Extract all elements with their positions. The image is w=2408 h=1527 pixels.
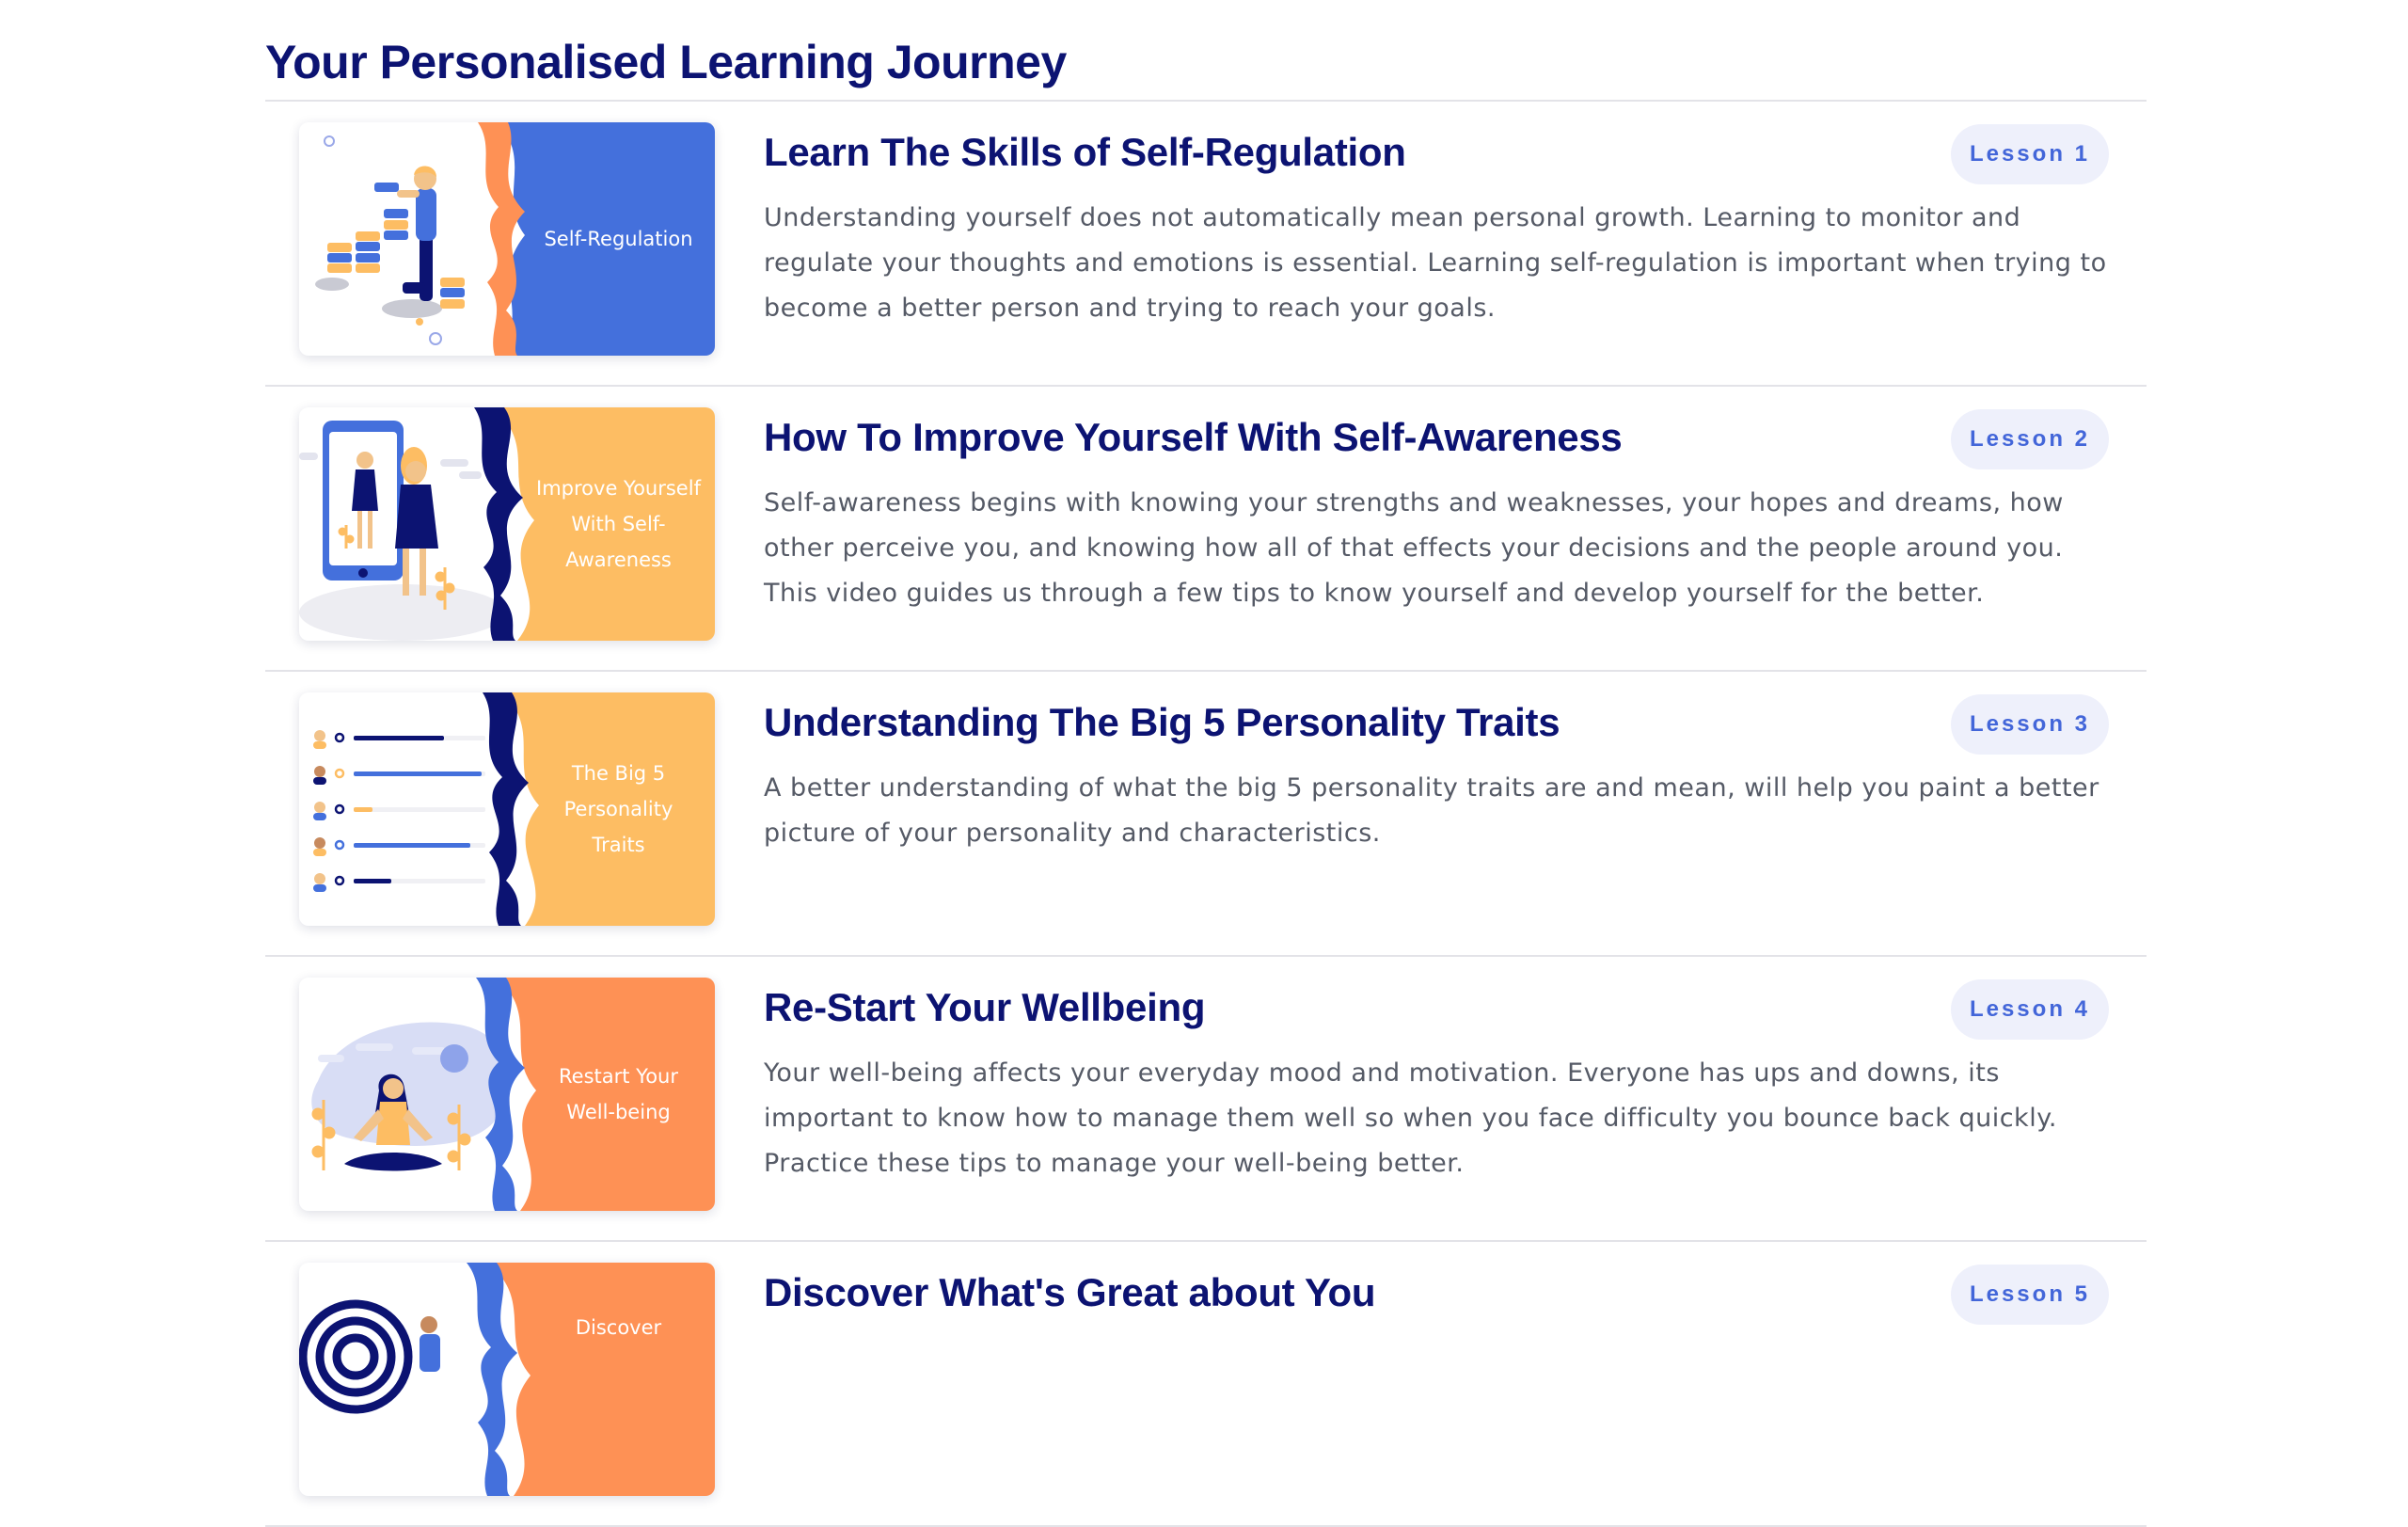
lesson-3-thumbnail-label: The Big 5 Personality Traits [563, 762, 673, 856]
lesson-2-thumbnail[interactable]: Improve Yourself With Self-Awareness [299, 407, 715, 641]
lesson-2-description: Self-awareness begins with knowing your … [764, 488, 2064, 608]
lesson-2-thumbnail-label: Improve Yourself With Self-Awareness [536, 477, 701, 571]
lesson-3-description: A better understanding of what the big 5… [764, 773, 2099, 848]
lesson-4-description: Your well-being affects your everyday mo… [764, 1058, 2057, 1178]
lesson-row-4[interactable]: Restart Your Well-being Re-Start Your We… [265, 957, 2147, 1242]
lesson-2-badge: Lesson 2 [1950, 409, 2109, 469]
lesson-3-title[interactable]: Understanding The Big 5 Personality Trai… [764, 696, 1902, 749]
lesson-1-thumbnail[interactable]: Self-Regulation [299, 122, 715, 356]
lesson-1-description: Understanding yourself does not automati… [764, 203, 2107, 323]
lesson-3-thumbnail[interactable]: The Big 5 Personality Traits [299, 692, 715, 926]
lesson-5-thumbnail[interactable]: Discover [299, 1263, 715, 1496]
lesson-4-thumbnail-label: Restart Your Well-being [559, 1065, 678, 1123]
lesson-1-thumbnail-label: Self-Regulation [544, 228, 693, 250]
lesson-1-title[interactable]: Learn The Skills of Self-Regulation [764, 126, 1902, 179]
lesson-1-badge: Lesson 1 [1950, 124, 2109, 184]
lesson-row-3[interactable]: The Big 5 Personality Traits Understandi… [265, 672, 2147, 957]
lesson-row-1[interactable]: Self-Regulation Learn The Skills of Self… [265, 102, 2147, 387]
lesson-5-badge: Lesson 5 [1950, 1265, 2109, 1325]
lesson-2-title[interactable]: How To Improve Yourself With Self-Awaren… [764, 411, 1902, 464]
lesson-3-badge: Lesson 3 [1950, 694, 2109, 755]
lesson-5-thumbnail-label: Discover [575, 1316, 662, 1339]
lesson-4-badge: Lesson 4 [1950, 979, 2109, 1040]
page-title: Your Personalised Learning Journey [265, 0, 2147, 102]
lesson-4-thumbnail[interactable]: Restart Your Well-being [299, 978, 715, 1211]
lesson-row-5[interactable]: Discover Discover What's Great about You… [265, 1242, 2147, 1527]
lesson-row-2[interactable]: Improve Yourself With Self-Awareness How… [265, 387, 2147, 672]
learning-journey-page: Your Personalised Learning Journey Self-… [265, 0, 2147, 1527]
lesson-4-title[interactable]: Re-Start Your Wellbeing [764, 981, 1902, 1034]
lesson-5-title[interactable]: Discover What's Great about You [764, 1266, 1902, 1319]
